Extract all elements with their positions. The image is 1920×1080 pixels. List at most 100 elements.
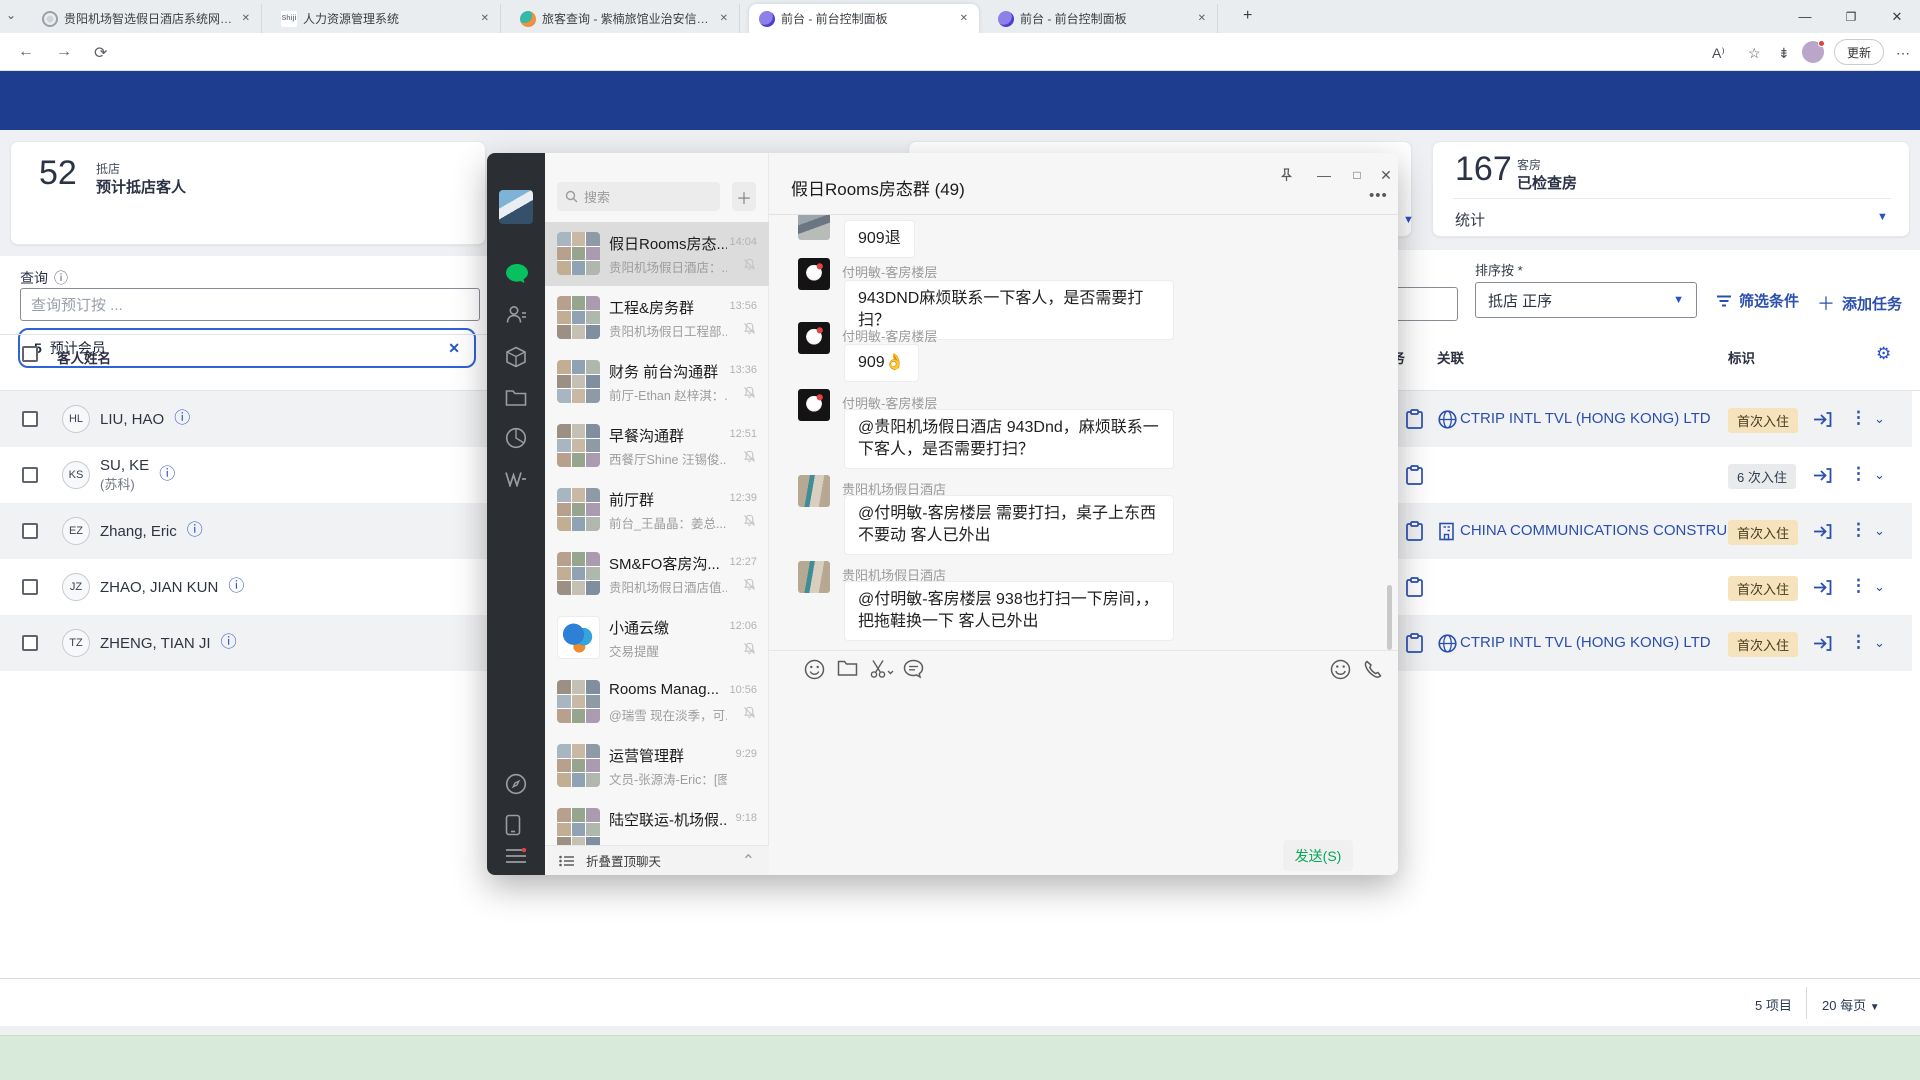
send-button[interactable]: 发送(S)	[1283, 840, 1353, 871]
check-in-icon[interactable]	[1813, 411, 1832, 428]
chat-scrollbar-thumb[interactable]	[1387, 585, 1392, 650]
window-maximize-button[interactable]: ❐	[1828, 0, 1874, 33]
chat-list-item[interactable]: 假日Rooms房态... 14:04 贵阳机场假日酒店：...	[545, 222, 769, 286]
kebab-menu-icon[interactable]: ⋮	[1850, 632, 1867, 652]
reservation-query-input[interactable]: 查询预订按 ...	[20, 288, 480, 321]
select-all-checkbox[interactable]	[22, 346, 38, 362]
window-minimize-button[interactable]: —	[1782, 0, 1828, 33]
kebab-menu-icon[interactable]: ⋮	[1850, 576, 1867, 596]
favorite-star-icon[interactable]: ☆	[1748, 45, 1761, 62]
guest-info-icon[interactable]: ⓘ	[159, 467, 175, 483]
profile-avatar[interactable]	[1802, 41, 1824, 63]
wecom-workbench-icon[interactable]	[505, 346, 527, 368]
wecom-meeting-icon[interactable]	[505, 471, 527, 493]
message-avatar[interactable]	[798, 389, 830, 421]
chat-list-item[interactable]: 早餐沟通群 12:51 西餐厅Shine 汪锡俊...	[545, 414, 769, 478]
check-in-icon[interactable]	[1813, 523, 1832, 540]
browser-tab[interactable]: 前台 - 前台控制面板 ✕	[749, 4, 979, 33]
chat-list-item[interactable]: 运营管理群 9:29 文员-张源涛-Eric：[图片]	[545, 734, 769, 798]
guest-info-icon[interactable]: ⓘ	[228, 579, 244, 595]
browser-tab[interactable]: 前台 - 前台控制面板 ✕	[988, 4, 1218, 33]
message-avatar[interactable]	[798, 475, 830, 507]
back-icon[interactable]: ←	[18, 43, 34, 61]
row-checkbox[interactable]	[22, 411, 38, 427]
wecom-user-avatar[interactable]	[499, 190, 533, 224]
message-avatar[interactable]	[798, 258, 830, 290]
tab-search-chevron-icon[interactable]: ⌄	[6, 8, 16, 22]
add-task-button[interactable]: ＋ 添加任务	[1817, 290, 1902, 316]
check-in-icon[interactable]	[1813, 467, 1832, 484]
stats-toggle-label[interactable]: 统计	[1455, 209, 1485, 230]
message-bubble[interactable]: @付明敏-客房楼层 938也打扫一下房间，，把拖鞋换一下 客人已外出	[844, 581, 1174, 641]
middle-card-caret-icon[interactable]: ▼	[1403, 214, 1414, 226]
message-bubble[interactable]: 909退	[844, 220, 915, 258]
hidden-query-input-edge[interactable]	[1394, 287, 1458, 321]
tab-close-icon[interactable]: ✕	[1195, 13, 1209, 24]
task-clipboard-icon[interactable]	[1406, 409, 1423, 429]
tab-close-icon[interactable]: ✕	[478, 13, 492, 24]
guest-info-icon[interactable]: ⓘ	[221, 635, 237, 651]
chat-list-item[interactable]: 财务 前台沟通群 13:36 前厅-Ethan 赵梓淇：...	[545, 350, 769, 414]
window-close-button[interactable]: ✕	[1874, 0, 1920, 33]
company-link[interactable]: CTRIP INTL TVL (HONG KONG) LTD	[1460, 634, 1711, 651]
tab-close-icon[interactable]: ✕	[957, 13, 971, 24]
chat-list-item[interactable]: 前厅群 12:39 前台_王晶晶：姜总...	[545, 478, 769, 542]
chat-list-item[interactable]: SM&FO客房沟... 12:27 贵阳机场假日酒店值...	[545, 542, 769, 606]
filter-button[interactable]: 筛选条件	[1716, 290, 1799, 311]
query-info-icon[interactable]: ⓘ	[54, 268, 68, 288]
sticker-icon[interactable]	[1330, 659, 1352, 681]
voice-call-icon[interactable]	[1363, 659, 1385, 681]
chat-minimize-icon[interactable]: —	[1312, 163, 1336, 187]
expand-chevron-icon[interactable]: ⌄	[1874, 411, 1885, 427]
reservation-row[interactable]: 6 次入住 ⋮ ⌄	[1398, 447, 1912, 503]
chat-history-icon[interactable]	[903, 659, 925, 681]
row-checkbox[interactable]	[22, 523, 38, 539]
browser-tab[interactable]: Shiji人力资源管理系统 ✕	[271, 4, 501, 33]
chat-list-item[interactable]: 工程&房务群 13:56 贵阳机场假日工程部...	[545, 286, 769, 350]
message-avatar[interactable]	[798, 561, 830, 593]
browser-tab[interactable]: 旅客查询 - 紫楠旅馆业治安信息管 ✕	[510, 4, 740, 33]
guest-row[interactable]: JZ ZHAO, JIAN KUN ⓘ	[0, 559, 487, 615]
check-in-icon[interactable]	[1813, 579, 1832, 596]
wecom-drive-icon[interactable]	[505, 427, 527, 449]
task-clipboard-icon[interactable]	[1406, 465, 1423, 485]
pin-icon[interactable]	[1274, 163, 1298, 187]
reservation-row[interactable]: CTRIP INTL TVL (HONG KONG) LTD 首次入住 ⋮ ⌄	[1398, 391, 1912, 447]
message-avatar[interactable]	[798, 322, 830, 354]
company-link[interactable]: CHINA COMMUNICATIONS CONSTRUCT	[1460, 522, 1747, 539]
wecom-docs-folder-icon[interactable]	[505, 388, 527, 410]
stats-caret-icon[interactable]: ▼	[1877, 211, 1888, 223]
wecom-browser-icon[interactable]	[505, 773, 527, 795]
per-page-select[interactable]: 20 每页 ▼	[1822, 995, 1880, 1014]
company-link[interactable]: CTRIP INTL TVL (HONG KONG) LTD	[1460, 410, 1711, 427]
check-in-icon[interactable]	[1813, 635, 1832, 652]
message-bubble[interactable]: @付明敏-客房楼层 需要打扫，桌子上东西不要动 客人已外出	[844, 495, 1174, 555]
table-settings-gear-icon[interactable]: ⚙	[1876, 344, 1891, 364]
kebab-menu-icon[interactable]: ⋮	[1850, 464, 1867, 484]
task-clipboard-icon[interactable]	[1406, 577, 1423, 597]
kebab-menu-icon[interactable]: ⋮	[1850, 520, 1867, 540]
message-bubble[interactable]: @贵阳机场假日酒店 943Dnd，麻烦联系一下客人，是否需要打扫？	[844, 409, 1174, 469]
tab-close-icon[interactable]: ✕	[717, 13, 731, 24]
row-checkbox[interactable]	[22, 579, 38, 595]
guest-info-icon[interactable]: ⓘ	[187, 523, 203, 539]
guest-info-icon[interactable]: ⓘ	[174, 411, 190, 427]
expand-chevron-icon[interactable]: ⌄	[1874, 635, 1885, 651]
wecom-contacts-icon[interactable]	[505, 304, 527, 326]
expand-chevron-icon[interactable]: ⌄	[1874, 579, 1885, 595]
chat-close-icon[interactable]: ✕	[1374, 163, 1398, 187]
browser-tab[interactable]: 贵阳机场智选假日酒店系统网址导 ✕	[32, 4, 262, 33]
wecom-messages-icon[interactable]	[505, 263, 527, 285]
guest-row[interactable]: KS SU, KE(苏科) ⓘ	[0, 447, 487, 503]
chat-maximize-icon[interactable]: □	[1345, 163, 1369, 187]
chip-clear-icon[interactable]: ✕	[448, 340, 460, 357]
emoji-icon[interactable]	[804, 659, 826, 681]
wecom-new-chat-button[interactable]: ＋	[732, 182, 756, 211]
wecom-more-menu-icon[interactable]	[505, 848, 527, 870]
expand-chevron-icon[interactable]: ⌄	[1874, 523, 1885, 539]
reservation-row[interactable]: CHINA COMMUNICATIONS CONSTRUCT 首次入住 ⋮ ⌄	[1398, 503, 1912, 559]
message-bubble[interactable]: 909👌	[844, 344, 919, 382]
reservation-row[interactable]: 首次入住 ⋮ ⌄	[1398, 559, 1912, 615]
row-checkbox[interactable]	[22, 635, 38, 651]
refresh-icon[interactable]: ⟳	[94, 43, 107, 63]
